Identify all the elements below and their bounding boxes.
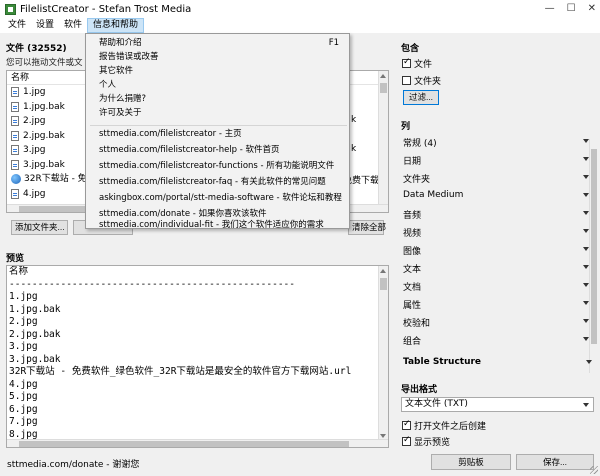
file-icon [11, 101, 19, 112]
globe-icon [11, 174, 21, 185]
drag-hint: 您可以拖动文件或文 [6, 58, 83, 68]
column-group-general[interactable]: 常规 (4) [401, 133, 589, 151]
column-group-document[interactable]: 文档 [401, 277, 589, 295]
list-vertical-scrollbar[interactable] [378, 71, 388, 212]
file-icon [11, 116, 19, 127]
scroll-down-icon[interactable] [380, 434, 386, 438]
export-format-select[interactable]: 文本文件 (TXT) [401, 397, 594, 412]
add-folder-button[interactable]: 添加文件夹... [11, 220, 68, 235]
export-format-label: 导出格式 [401, 385, 438, 395]
scroll-up-icon[interactable] [380, 74, 386, 78]
menu-link-forum[interactable]: askingbox.com/portal/stt-media-software … [86, 191, 349, 206]
column-group-audio[interactable]: 音频 [401, 205, 589, 223]
preview-line: 7.jpg [9, 416, 38, 427]
maximize-button[interactable]: ☐ [567, 3, 576, 14]
app-icon [5, 3, 16, 15]
column-group-date[interactable]: 日期 [401, 151, 589, 169]
column-group-data-medium[interactable]: Data Medium [401, 187, 589, 205]
file-icon [11, 130, 19, 141]
columns-label: 列 [401, 122, 411, 132]
preview-line: 1.jpg.bak [9, 303, 61, 315]
show-preview-checkbox[interactable]: 显示预览 [402, 435, 450, 448]
status-bar: sttmedia.com/donate - 谢谢您 剪贴板 保存... [0, 452, 600, 476]
columns-scrollbar[interactable] [589, 139, 598, 373]
menu-link-individual-fit[interactable]: sttmedia.com/individual-fit - 我们这个软件适应你的… [86, 220, 349, 230]
menu-link-functions[interactable]: sttmedia.com/filelistcreator-functions -… [86, 159, 349, 174]
menu-software[interactable]: 软件 [59, 18, 87, 33]
preview-horizontal-scrollbar[interactable] [7, 439, 388, 447]
scroll-thumb[interactable] [380, 83, 387, 93]
checkbox[interactable] [402, 435, 411, 446]
scroll-up-icon[interactable] [380, 269, 386, 273]
preview-area[interactable]: 名称 -------------------------------------… [6, 265, 389, 448]
file-icon [11, 145, 19, 156]
column-group-checksum[interactable]: 校验和 [401, 313, 589, 331]
column-group-text[interactable]: 文本 [401, 259, 589, 277]
chevron-down-icon[interactable] [586, 360, 592, 364]
menu-separator [90, 125, 347, 126]
save-button[interactable]: 保存... [516, 454, 594, 470]
menu-item-report-error[interactable]: 报告错误或改善 [86, 50, 349, 65]
list-item-tail: k [351, 115, 357, 125]
file-icon [11, 87, 19, 98]
preview-line: 名称 [9, 266, 29, 277]
preview-line: 4.jpg [9, 378, 38, 390]
scroll-thumb[interactable] [380, 278, 387, 290]
menu-link-homepage[interactable]: sttmedia.com/filelistcreator - 主页 [86, 127, 349, 142]
menu-item-other-software[interactable]: 其它软件 [86, 64, 349, 79]
checkbox[interactable] [402, 419, 411, 430]
menu-item-license-about[interactable]: 许可及关于 [86, 106, 349, 121]
title-bar: FilelistCreator - Stefan Trost Media — ☐… [0, 0, 600, 18]
menu-link-help[interactable]: sttmedia.com/filelistcreator-help - 软件首页 [86, 143, 349, 158]
clear-all-button[interactable]: 清除全部 [348, 220, 386, 235]
preview-line: 1.jpg [9, 291, 38, 302]
menu-item-help-intro[interactable]: 帮助和介绍 F1 [86, 36, 349, 51]
preview-line: 2.jpg [9, 316, 38, 327]
file-icon [11, 188, 19, 199]
preview-vertical-scrollbar[interactable] [378, 266, 388, 441]
resize-grip-icon[interactable] [590, 466, 598, 474]
checkbox[interactable] [402, 76, 411, 85]
include-folders-checkbox[interactable]: 文件夹 [402, 74, 441, 87]
scroll-thumb[interactable] [19, 441, 349, 447]
table-structure-label[interactable]: Table Structure [403, 357, 481, 367]
preview-line: ----------------------------------------… [9, 278, 295, 290]
preview-line: 3.jpg [9, 341, 38, 352]
preview-label: 预览 [6, 254, 25, 264]
menu-item-why-donate[interactable]: 为什么捐赠? [86, 92, 349, 107]
menu-item-personal[interactable]: 个人 [86, 78, 349, 93]
file-icon [11, 159, 19, 170]
open-after-create-checkbox[interactable]: 打开文件之后创建 [402, 419, 486, 432]
scroll-thumb[interactable] [591, 149, 597, 344]
preview-line: 32R下载站 - 免费软件_绿色软件_32R下载站是最安全的软件官方下载网站.u… [9, 366, 352, 377]
column-group-image[interactable]: 图像 [401, 241, 589, 259]
preview-line: 6.jpg [9, 403, 38, 415]
column-group-attributes[interactable]: 属性 [401, 295, 589, 313]
column-group-video[interactable]: 视频 [401, 223, 589, 241]
preview-line: 3.jpg.bak [9, 353, 61, 365]
window-title: FilelistCreator - Stefan Trost Media [20, 3, 192, 15]
status-text: sttmedia.com/donate - 谢谢您 [7, 460, 140, 470]
clipboard-button[interactable]: 剪贴板 [431, 454, 511, 470]
menu-bar: 文件 设置 软件 信息和帮助 [0, 18, 600, 33]
files-label: 文件 (32552) [6, 44, 67, 54]
filter-button[interactable]: 过滤... [403, 90, 439, 105]
checkbox[interactable] [402, 57, 411, 68]
app-window: FilelistCreator - Stefan Trost Media — ☐… [0, 0, 600, 476]
column-group-folder[interactable]: 文件夹 [401, 169, 589, 187]
menu-info-help[interactable]: 信息和帮助 [87, 18, 145, 33]
close-button[interactable]: ✕ [588, 3, 596, 14]
info-help-menu: 帮助和介绍 F1 报告错误或改善 其它软件 个人 为什么捐赠? 许可及关于 st… [85, 33, 350, 230]
menu-link-faq[interactable]: sttmedia.com/filelistcreator-faq - 有关此软件… [86, 175, 349, 190]
preview-line: 2.jpg.bak [9, 328, 61, 340]
menu-settings[interactable]: 设置 [31, 18, 59, 33]
preview-line: 5.jpg [9, 391, 38, 402]
include-files-checkbox[interactable]: 文件 [402, 57, 432, 70]
list-item-tail: k [351, 144, 357, 154]
chevron-down-icon[interactable] [583, 403, 589, 407]
minimize-button[interactable]: — [545, 3, 555, 14]
include-label: 包含 [401, 44, 420, 54]
column-group-combine[interactable]: 组合 [401, 331, 589, 349]
menu-file[interactable]: 文件 [3, 18, 31, 33]
